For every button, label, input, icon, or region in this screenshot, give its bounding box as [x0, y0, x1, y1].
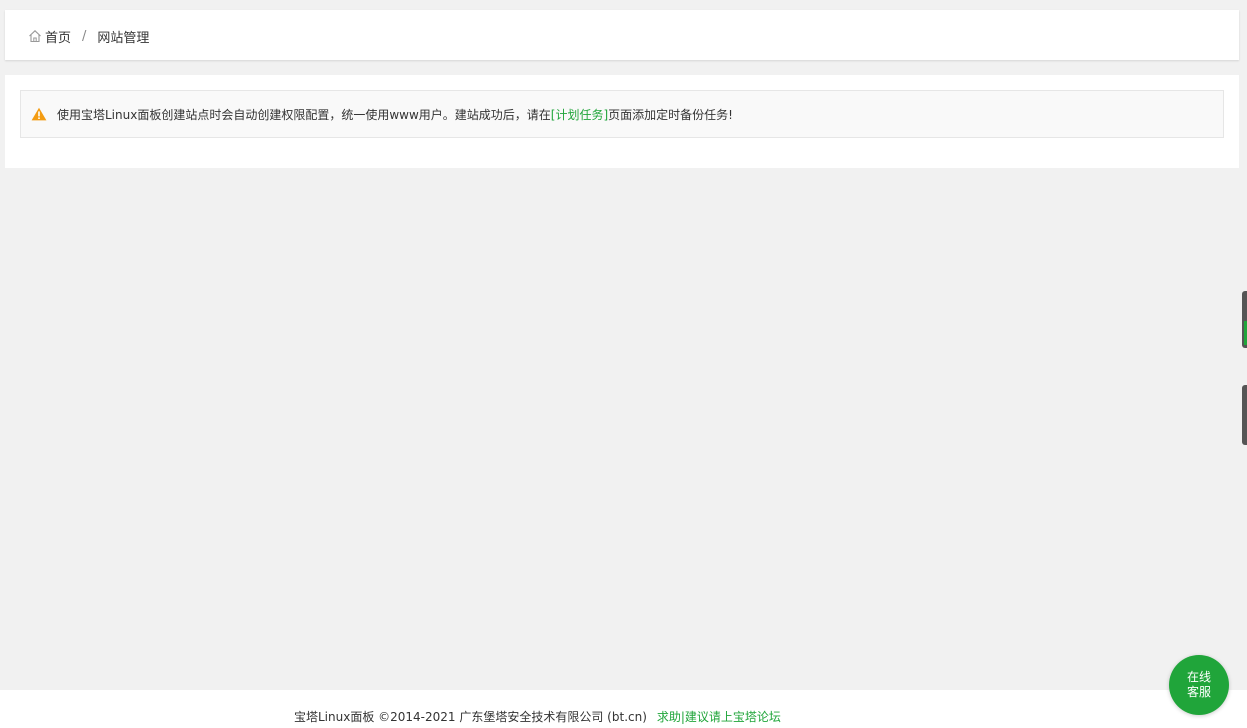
warning-icon — [31, 107, 47, 121]
notice-box: 使用宝塔Linux面板创建站点时会自动创建权限配置，统一使用www用户。建站成功… — [20, 90, 1224, 138]
chat-label-line1: 在线 — [1186, 670, 1211, 684]
notice-text: 使用宝塔Linux面板创建站点时会自动创建权限配置，统一使用www用户。建站成功… — [57, 106, 733, 123]
breadcrumb-home-link[interactable]: 首页 — [45, 27, 71, 46]
side-tab-top[interactable] — [1242, 291, 1247, 348]
footer-text: 宝塔Linux面板 ©2014-2021 广东堡塔安全技术有限公司 (bt.cn… — [294, 708, 781, 725]
footer: 宝塔Linux面板 ©2014-2021 广东堡塔安全技术有限公司 (bt.cn… — [0, 690, 1247, 728]
home-icon[interactable] — [28, 29, 42, 43]
side-tab-bottom[interactable] — [1242, 385, 1247, 445]
breadcrumb: 首页 / 网站管理 — [28, 26, 149, 46]
forum-help-link[interactable]: 求助|建议请上宝塔论坛 — [657, 710, 781, 724]
content-panel: 使用宝塔Linux面板创建站点时会自动创建权限配置，统一使用www用户。建站成功… — [5, 75, 1239, 168]
cron-task-link[interactable]: [计划任务] — [551, 108, 608, 122]
breadcrumb-bar: 首页 / 网站管理 — [5, 10, 1239, 60]
breadcrumb-current: 网站管理 — [97, 30, 150, 46]
chat-label-line2: 客服 — [1186, 685, 1211, 699]
notice-text-before: 使用宝塔Linux面板创建站点时会自动创建权限配置，统一使用www用户。建站成功… — [57, 107, 551, 122]
footer-copyright: 宝塔Linux面板 ©2014-2021 广东堡塔安全技术有限公司 (bt.cn… — [294, 710, 647, 724]
breadcrumb-separator: / — [82, 28, 87, 44]
online-support-button[interactable]: 在线 客服 — [1169, 655, 1229, 715]
notice-text-after: 页面添加定时备份任务! — [608, 107, 733, 122]
